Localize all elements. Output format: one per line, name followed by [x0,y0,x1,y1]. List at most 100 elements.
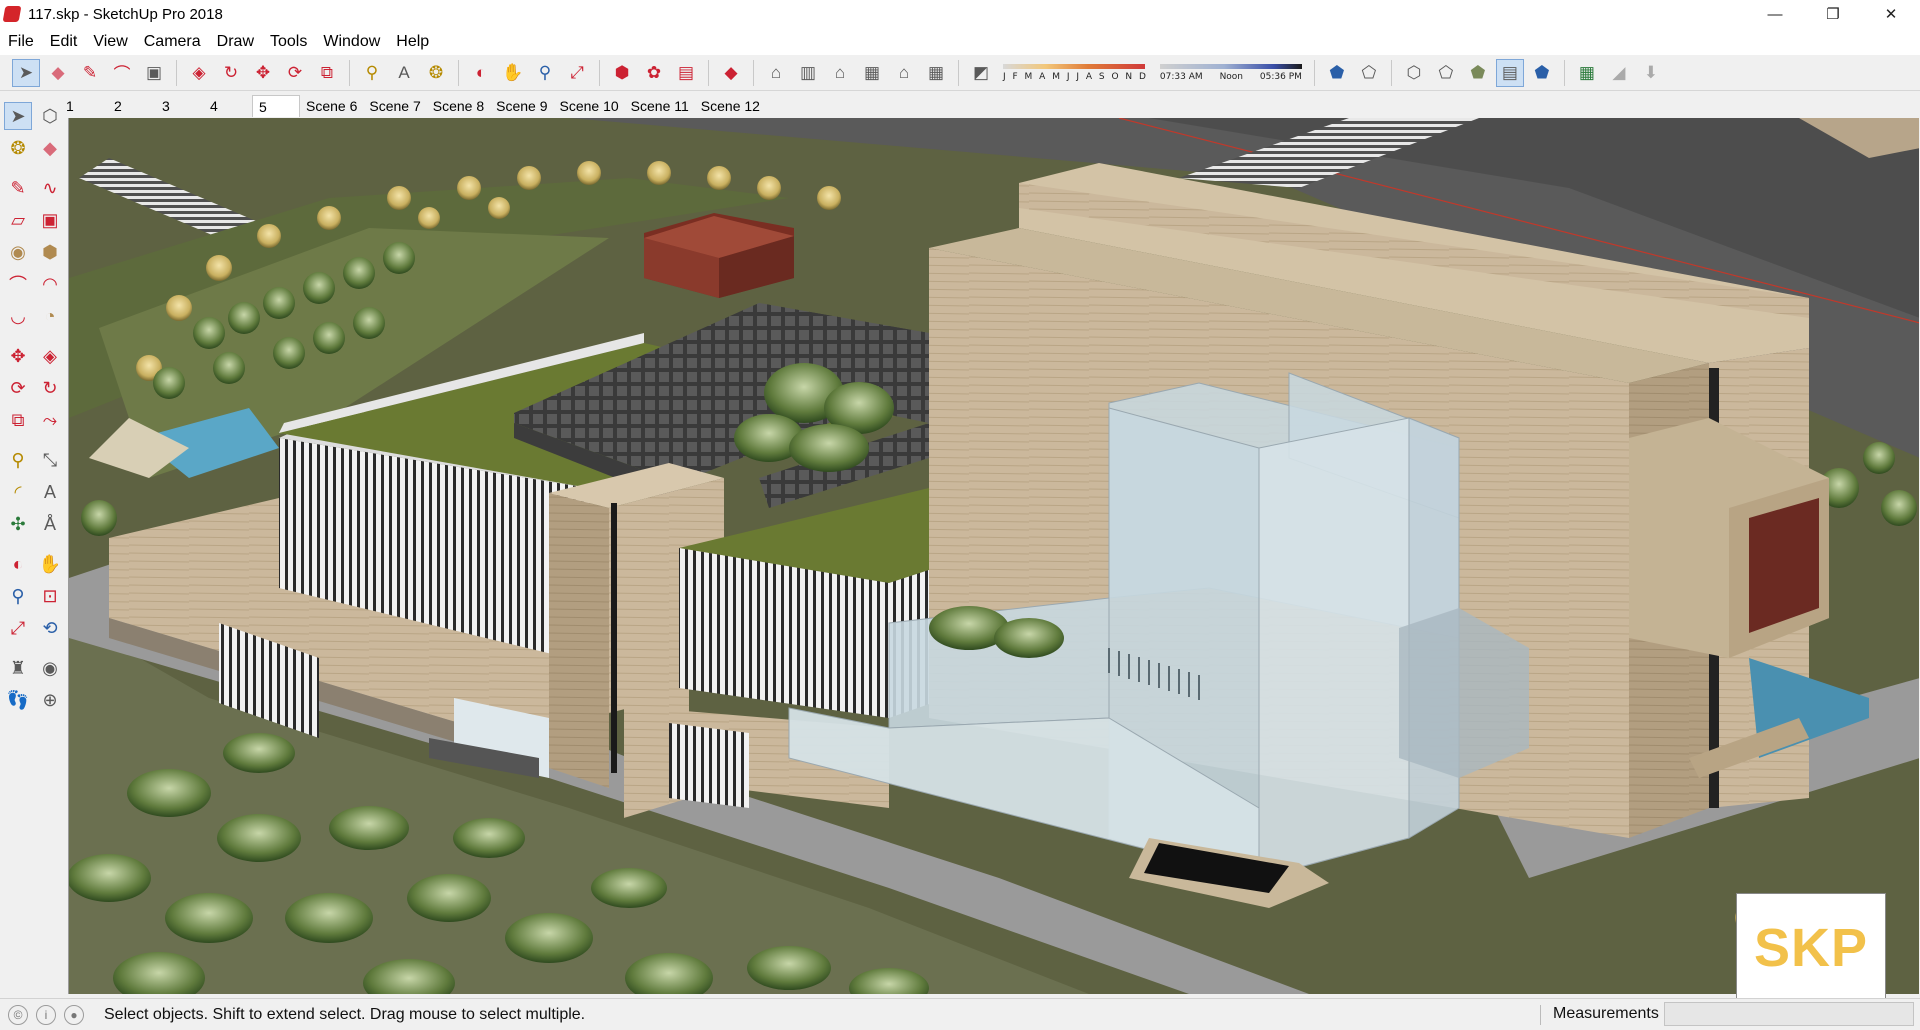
eraser-tool-icon[interactable]: ◆ [36,134,64,162]
position-camera-tool-icon[interactable]: ♜ [4,654,32,682]
tape-measure-icon[interactable]: ⚲ [358,59,386,87]
menu-draw[interactable]: Draw [209,33,262,51]
back-view-icon[interactable]: ⌂ [890,59,918,87]
right-view-icon[interactable]: ▦ [858,59,886,87]
scene-tab-12[interactable]: Scene 12 [695,95,766,117]
previous-view-tool-icon[interactable]: ⟲ [36,614,64,642]
tape-measure-tool-icon[interactable]: ⚲ [4,446,32,474]
scene-tab-3[interactable]: 3 [156,95,204,117]
orbit-tool-icon[interactable]: ◐ [4,550,32,578]
follow-me-tool-icon[interactable]: ↻ [36,374,64,402]
scale-tool-icon[interactable]: ⧉ [4,406,32,434]
wireframe-icon[interactable]: ⬡ [1400,59,1428,87]
rectangle-tool-icon[interactable]: ▱ [4,206,32,234]
section-fill-icon[interactable]: ⬇ [1637,59,1665,87]
rotated-rectangle-tool-icon[interactable]: ▣ [36,206,64,234]
freehand-tool-icon[interactable]: ∿ [36,174,64,202]
menu-camera[interactable]: Camera [136,33,209,51]
shaded-textures-icon[interactable]: ▤ [1495,58,1524,87]
dimension-tool-icon[interactable]: ⤡ [36,446,64,474]
monochrome-icon[interactable]: ⬟ [1528,59,1556,87]
offset-tool-icon[interactable]: ⤳ [36,406,64,434]
paint-bucket-icon[interactable]: ▣ [140,59,168,87]
3d-warehouse-icon[interactable]: ⬢ [608,59,636,87]
paint-bucket-tool-icon[interactable]: ❂ [4,134,32,162]
shadows-toggle-icon[interactable]: ◩ [967,59,995,87]
scene-tab-9[interactable]: Scene 9 [490,95,553,117]
geolocation-icon[interactable]: © [8,1004,28,1025]
section-cut-icon[interactable]: ◢ [1605,59,1633,87]
minimize-button[interactable]: — [1746,0,1804,28]
top-view-icon[interactable]: ▥ [794,59,822,87]
make-component-icon[interactable]: ⬡ [36,102,64,130]
scale-icon[interactable]: ⧉ [313,59,341,87]
section-plane-tool-icon[interactable]: ⊕ [36,686,64,714]
two-point-arc-tool-icon[interactable]: ◠ [36,270,64,298]
paint-icon[interactable]: ❂ [422,59,450,87]
pencil-icon[interactable]: ✎ [76,59,104,87]
section-plane-icon[interactable]: ▦ [1573,59,1601,87]
scene-tab-7[interactable]: Scene 7 [363,95,426,117]
menu-file[interactable]: File [0,33,42,51]
scene-tab-10[interactable]: Scene 10 [554,95,625,117]
arc-tool-icon[interactable]: ⌒ [4,270,32,298]
restore-button[interactable]: ❐ [1804,0,1862,28]
protractor-tool-icon[interactable]: ◜ [4,478,32,506]
scene-tab-11[interactable]: Scene 11 [625,95,695,117]
layout-icon[interactable]: ▤ [672,59,700,87]
eraser-icon[interactable]: ◆ [44,59,72,87]
model-viewport[interactable] [68,118,1919,994]
pie-tool-icon[interactable]: ◔ [36,302,64,330]
axes-tool-icon[interactable]: ✣ [4,510,32,538]
menu-help[interactable]: Help [388,33,437,51]
text-icon[interactable]: A [390,59,418,87]
zoom-icon[interactable]: ⚲ [531,59,559,87]
zoom-extents-tool-icon[interactable]: ⤢ [4,614,32,642]
extension-warehouse-icon[interactable]: ✿ [640,59,668,87]
select-icon[interactable]: ➤ [12,58,40,87]
move-icon[interactable]: ✥ [249,59,277,87]
line-tool-icon[interactable]: ✎ [4,174,32,202]
shadow-date-slider[interactable]: J F M A M J J A S O N D [1003,63,1148,82]
menu-edit[interactable]: Edit [42,33,86,51]
scene-tab-5[interactable]: 5 [252,95,300,117]
ruby-icon[interactable]: ◆ [717,59,745,87]
3d-text-tool-icon[interactable]: Å [36,510,64,538]
zoom-tool-icon[interactable]: ⚲ [4,582,32,610]
rotate-tool-icon[interactable]: ⟳ [4,374,32,402]
back-edges-icon[interactable]: ⬠ [1355,59,1383,87]
polygon-tool-icon[interactable]: ⬢ [36,238,64,266]
text-tool-icon[interactable]: A [36,478,64,506]
scene-tab-2[interactable]: 2 [108,95,156,117]
zoom-window-tool-icon[interactable]: ⊡ [36,582,64,610]
move-tool-icon[interactable]: ✥ [4,342,32,370]
circle-tool-icon[interactable]: ◉ [4,238,32,266]
xray-icon[interactable]: ⬟ [1323,59,1351,87]
measurements-input[interactable] [1664,1002,1914,1026]
push-pull-icon[interactable]: ◈ [185,59,213,87]
pan-icon[interactable]: ✋ [499,59,527,87]
shadow-date-bar[interactable] [1003,63,1145,69]
close-button[interactable]: ✕ [1862,0,1920,28]
three-point-arc-tool-icon[interactable]: ◡ [4,302,32,330]
rotate-icon[interactable]: ⟳ [281,59,309,87]
zoom-extents-icon[interactable]: ⤢ [563,59,591,87]
shaded-icon[interactable]: ⬟ [1464,59,1492,87]
lasso-icon[interactable]: ⌒ [108,59,136,87]
scene-tab-8[interactable]: Scene 8 [427,95,490,117]
front-view-icon[interactable]: ⌂ [826,59,854,87]
scene-tab-6[interactable]: Scene 6 [300,95,363,117]
walk-tool-icon[interactable]: 👣 [4,686,32,714]
menu-tools[interactable]: Tools [262,33,315,51]
select-tool-icon[interactable]: ➤ [4,102,32,130]
hidden-line-icon[interactable]: ⬠ [1432,59,1460,87]
info-icon[interactable]: i [36,1004,56,1025]
follow-me-icon[interactable]: ↻ [217,59,245,87]
iso-view-icon[interactable]: ⌂ [762,59,790,87]
menu-view[interactable]: View [85,33,135,51]
pan-tool-icon[interactable]: ✋ [36,550,64,578]
shadow-time-slider[interactable]: 07:33 AM Noon 05:36 PM [1159,63,1302,82]
user-account-icon[interactable]: ● [64,1004,84,1025]
scene-tab-1[interactable]: 1 [60,95,108,117]
look-around-tool-icon[interactable]: ◉ [36,654,64,682]
